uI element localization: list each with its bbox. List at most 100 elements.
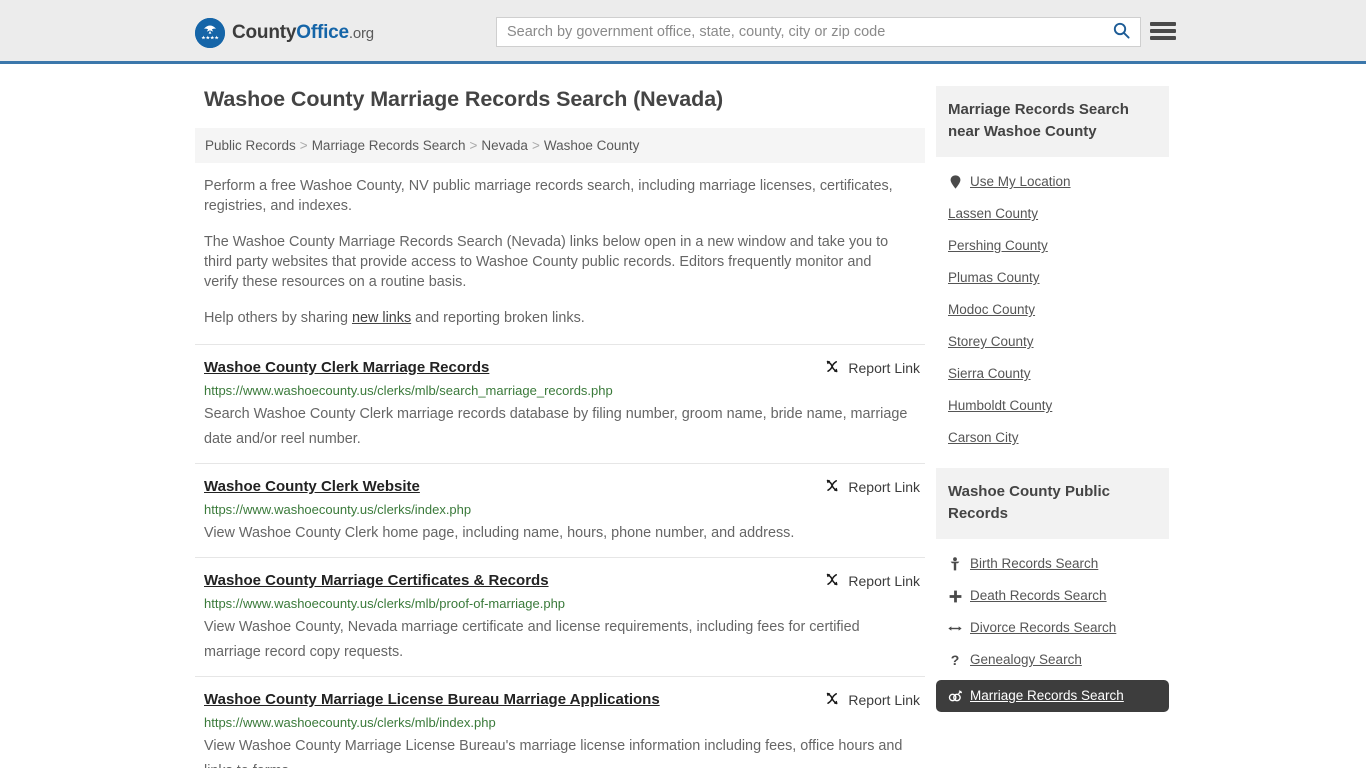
report-link-button[interactable]: Report Link (825, 478, 925, 496)
nearby-counties-panel-title: Marriage Records Search near Washoe Coun… (936, 86, 1169, 157)
map-pin-icon (948, 175, 962, 189)
sidebar-item-pershing-county[interactable]: Pershing County (936, 230, 1169, 262)
result-title-link[interactable]: Washoe County Clerk Website (204, 477, 420, 497)
hamburger-bar (1150, 29, 1176, 33)
unlink-icon (825, 359, 840, 377)
hamburger-bar (1150, 36, 1176, 40)
sidebar-item-label[interactable]: Lassen County (948, 205, 1038, 223)
question-mark-icon: ? (950, 652, 960, 668)
left-right-arrow-icon (948, 623, 962, 634)
result-header: Washoe County Marriage Certificates & Re… (204, 571, 925, 591)
sidebar-item-label[interactable]: Genealogy Search (970, 651, 1082, 669)
sidebar-item-humboldt-county[interactable]: Humboldt County (936, 390, 1169, 422)
sidebar-item-label[interactable]: Plumas County (948, 269, 1040, 287)
result-url: https://www.washoecounty.us/clerks/mlb/i… (204, 715, 496, 730)
report-link-button[interactable]: Report Link (825, 572, 925, 590)
result-title-link[interactable]: Washoe County Marriage Certificates & Re… (204, 571, 549, 591)
result-header: Washoe County Clerk Website Report Link (204, 477, 925, 497)
logo-text-org: .org (348, 25, 374, 42)
result-description: Search Washoe County Clerk marriage reco… (204, 406, 908, 447)
report-link-button[interactable]: Report Link (825, 691, 925, 709)
baby-icon (948, 557, 962, 571)
result-url: https://www.washoecounty.us/clerks/index… (204, 502, 472, 517)
report-link-label: Report Link (848, 692, 920, 708)
sidebar-item-label[interactable]: Pershing County (948, 237, 1048, 255)
share-prefix: Help others by sharing (204, 310, 352, 326)
sidebar-item-lassen-county[interactable]: Lassen County (936, 198, 1169, 230)
result-title-link[interactable]: Washoe County Marriage License Bureau Ma… (204, 690, 660, 710)
unlink-icon (825, 691, 840, 709)
search-icon (1113, 22, 1130, 42)
sidebar-item-label[interactable]: Use My Location (970, 173, 1071, 191)
breadcrumb-item-washoe-county[interactable]: Washoe County (544, 138, 640, 153)
sidebar-item-label[interactable]: Sierra County (948, 365, 1031, 383)
result-header: Washoe County Clerk Marriage Records Rep… (204, 358, 925, 378)
sidebar-item-use-my-location[interactable]: Use My Location (936, 166, 1169, 198)
result-description: View Washoe County Clerk home page, incl… (204, 525, 795, 541)
nearby-counties-panel: Marriage Records Search near Washoe Coun… (936, 86, 1169, 454)
result-url: https://www.washoecounty.us/clerks/mlb/s… (204, 383, 613, 398)
breadcrumb-item-nevada[interactable]: Nevada (481, 138, 528, 153)
sidebar: Marriage Records Search near Washoe Coun… (936, 86, 1169, 768)
search-button[interactable] (1102, 18, 1140, 46)
sidebar-item-label[interactable]: Modoc County (948, 301, 1035, 319)
hamburger-menu-icon[interactable] (1150, 20, 1176, 42)
site-logo-text: CountyOffice.org (232, 22, 374, 44)
sidebar-item-sierra-county[interactable]: Sierra County (936, 358, 1169, 390)
sidebar-item-death-records-search[interactable]: Death Records Search (936, 580, 1169, 612)
sidebar-item-storey-county[interactable]: Storey County (936, 326, 1169, 358)
result-item: Washoe County Clerk Marriage Records Rep… (195, 344, 925, 463)
sidebar-item-label[interactable]: Marriage Records Search (970, 687, 1124, 705)
sidebar-item-label[interactable]: Carson City (948, 429, 1019, 447)
sidebar-item-label[interactable]: Death Records Search (970, 587, 1107, 605)
sidebar-item-label[interactable]: Divorce Records Search (970, 619, 1116, 637)
result-item: Washoe County Marriage Certificates & Re… (195, 557, 925, 676)
logo-text-office: Office (296, 22, 349, 43)
breadcrumb-item-public-records[interactable]: Public Records (205, 138, 296, 153)
rings-icon (948, 690, 962, 702)
search-bar[interactable] (496, 17, 1141, 47)
breadcrumb-separator: > (531, 138, 540, 153)
intro-paragraph-1: Perform a free Washoe County, NV public … (204, 178, 893, 214)
result-header: Washoe County Marriage License Bureau Ma… (204, 690, 925, 710)
result-description: View Washoe County, Nevada marriage cert… (204, 619, 860, 660)
breadcrumb: Public Records > Marriage Records Search > N… (195, 128, 925, 163)
site-logo[interactable]: CountyOffice.org (195, 18, 374, 48)
breadcrumb-separator: > (469, 138, 478, 153)
result-item: Washoe County Clerk Website Report Link (195, 463, 925, 557)
sidebar-item-label[interactable]: Birth Records Search (970, 555, 1098, 573)
nearby-counties-list: Use My Location Lassen County Pershing C… (936, 157, 1169, 454)
sidebar-item-label[interactable]: Humboldt County (948, 397, 1052, 415)
sidebar-item-marriage-records-search[interactable]: Marriage Records Search (936, 680, 1169, 712)
sidebar-item-plumas-county[interactable]: Plumas County (936, 262, 1169, 294)
unlink-icon (825, 478, 840, 496)
search-input[interactable] (497, 18, 1102, 46)
report-link-label: Report Link (848, 360, 920, 376)
site-header: CountyOffice.org (0, 0, 1366, 64)
sidebar-item-modoc-county[interactable]: Modoc County (936, 294, 1169, 326)
result-item: Washoe County Marriage License Bureau Ma… (195, 676, 925, 768)
breadcrumb-separator: > (299, 138, 308, 153)
sidebar-item-label[interactable]: Storey County (948, 333, 1034, 351)
sidebar-item-birth-records-search[interactable]: Birth Records Search (936, 548, 1169, 580)
report-link-button[interactable]: Report Link (825, 359, 925, 377)
share-suffix: and reporting broken links. (411, 310, 585, 326)
report-link-label: Report Link (848, 573, 920, 589)
sidebar-item-carson-city[interactable]: Carson City (936, 422, 1169, 454)
public-records-panel-title: Washoe County Public Records (936, 468, 1169, 539)
cross-icon (948, 590, 962, 603)
main-column: Washoe County Marriage Records Search (N… (195, 86, 925, 768)
sidebar-item-genealogy-search[interactable]: ? Genealogy Search (936, 644, 1169, 676)
sidebar-item-divorce-records-search[interactable]: Divorce Records Search (936, 612, 1169, 644)
result-title-link[interactable]: Washoe County Clerk Marriage Records (204, 358, 489, 378)
new-links-link[interactable]: new links (352, 310, 411, 326)
hamburger-bar (1150, 22, 1176, 26)
share-links-paragraph: Help others by sharing new links and rep… (204, 308, 904, 328)
unlink-icon (825, 572, 840, 590)
page-title: Washoe County Marriage Records Search (N… (204, 87, 724, 111)
public-records-list: Birth Records Search Death Records Searc… (936, 539, 1169, 712)
logo-text-county: County (232, 22, 297, 43)
public-records-panel: Washoe County Public Records Birth Recor… (936, 468, 1169, 712)
breadcrumb-item-marriage-records-search[interactable]: Marriage Records Search (312, 138, 466, 153)
report-link-label: Report Link (848, 479, 920, 495)
